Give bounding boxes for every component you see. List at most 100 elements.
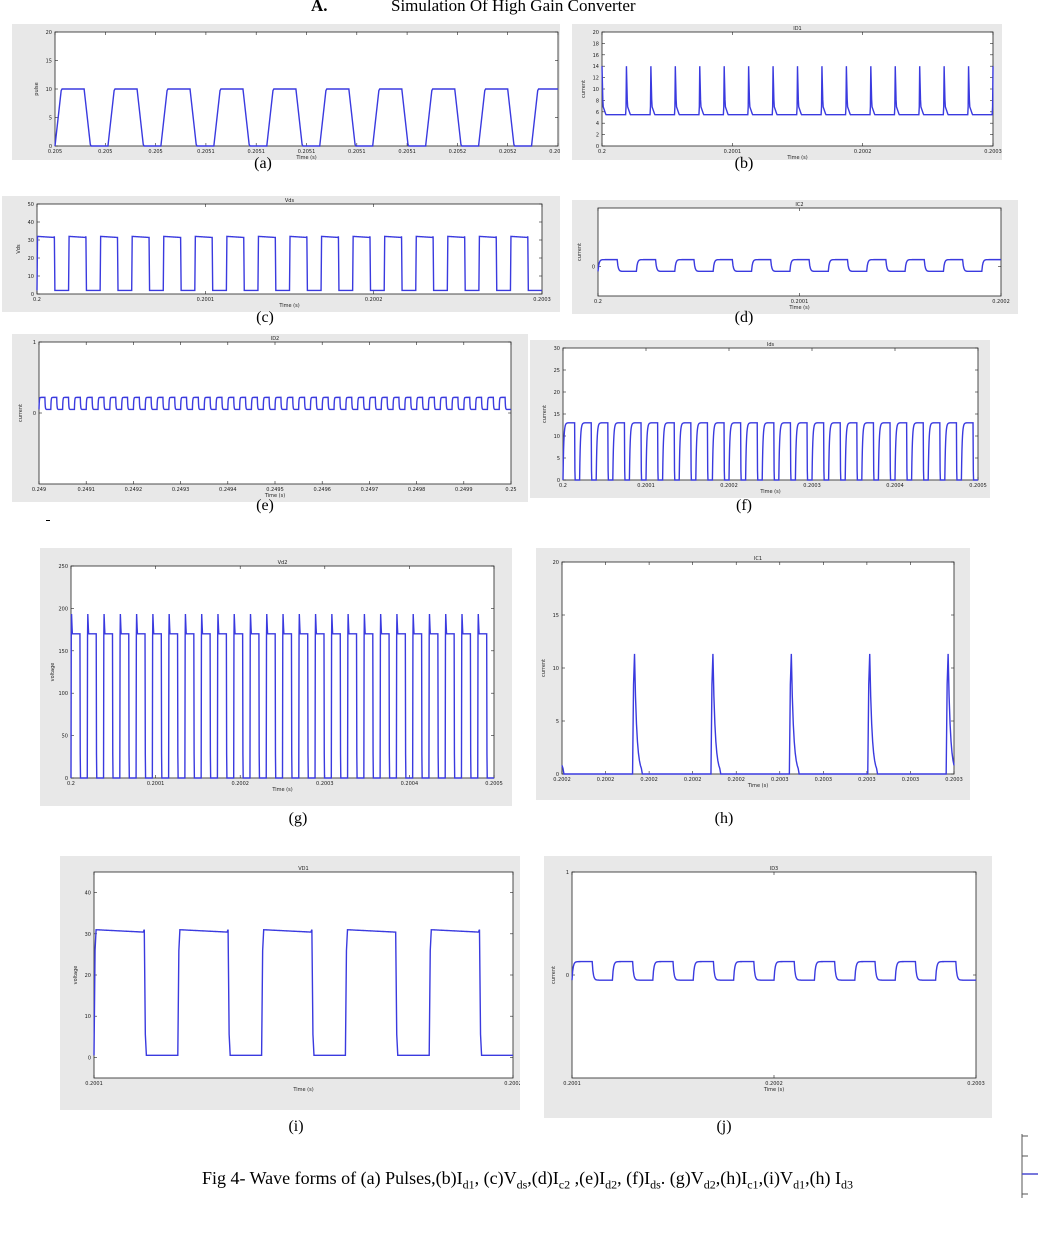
x-tick-label: 0.2001 bbox=[147, 781, 165, 787]
y-tick-label: 30 bbox=[28, 238, 34, 244]
x-tick-label: 0.2002 bbox=[504, 1081, 520, 1087]
chart-panel-h: 0 5 10 15 20 0.2002 0.2002 0.2002 0.2002 0.2002 0.… bbox=[536, 548, 970, 800]
y-axis-label: current bbox=[18, 404, 24, 422]
y-tick-label: 0 bbox=[566, 973, 569, 979]
x-axis-label: Time (s) bbox=[759, 489, 780, 495]
x-tick-label: 0.2052 bbox=[449, 149, 467, 155]
chart-svg-a: 051015200.205 0.205 0.205 0.2051 0.2051 0.205… bbox=[34, 30, 560, 160]
x-tick-label: 0.2496 bbox=[313, 487, 331, 493]
plot-area bbox=[38, 341, 512, 485]
x-tick-label: 0.2052 bbox=[499, 149, 517, 155]
x-tick-label: 0.2492 bbox=[125, 487, 143, 493]
plot-area bbox=[93, 871, 514, 1079]
stray-mark bbox=[46, 520, 50, 521]
chart-title: Ids bbox=[767, 342, 775, 348]
caption-item: (b)I bbox=[435, 1168, 463, 1188]
caption-prefix: Fig 4- Wave forms of bbox=[201, 1168, 361, 1188]
chart-panel-f: 0 5 10 15 20 25 30 0.2 0.2001 0.2002 0.2003 0.2004 0… bbox=[530, 340, 990, 498]
x-tick-label: 0.2 bbox=[594, 299, 602, 305]
y-tick-label: 10 bbox=[85, 1014, 91, 1020]
subfigure-label-b: (b) bbox=[734, 155, 754, 172]
y-tick-label: 20 bbox=[553, 560, 559, 566]
y-tick-label: 40 bbox=[85, 891, 91, 897]
x-tick-label: 0.205 bbox=[148, 149, 162, 155]
x-tick-label: 0.25 bbox=[505, 487, 516, 493]
chart-svg-j: 010.2001 0.2002 0.2003ID3Time (s)current bbox=[551, 866, 985, 1093]
caption-item: ,(h)I bbox=[715, 1168, 748, 1188]
subfigure-label-i: (i) bbox=[288, 1118, 304, 1135]
caption-subscript: d3 bbox=[841, 1177, 854, 1192]
x-tick-label: 0.205 bbox=[48, 149, 62, 155]
chart-svg-g: 0501001502002500.2 0.2001 0.2002 0.2003 0.20… bbox=[50, 560, 503, 793]
y-tick-label: 15 bbox=[553, 613, 559, 619]
x-tick-label: 0.2002 bbox=[597, 777, 615, 783]
y-tick-label: 20 bbox=[593, 30, 599, 36]
x-tick-label: 0.2002 bbox=[231, 781, 249, 787]
x-tick-label: 0.2001 bbox=[563, 1081, 581, 1087]
edge-ruler-mark bbox=[1021, 1134, 1038, 1198]
y-tick-label: 40 bbox=[28, 220, 34, 226]
x-tick-label: 0.2005 bbox=[485, 781, 503, 787]
x-tick-label: 0.205 bbox=[98, 149, 112, 155]
x-tick-label: 0.2051 bbox=[197, 149, 215, 155]
subfigure-label-a: (a) bbox=[254, 155, 272, 172]
x-tick-label: 0.2001 bbox=[85, 1081, 103, 1087]
y-tick-label: 1 bbox=[33, 340, 36, 346]
y-tick-label: 4 bbox=[596, 121, 599, 127]
y-tick-label: 20 bbox=[46, 30, 52, 36]
y-axis-label: current bbox=[581, 80, 587, 98]
x-axis-label: Time (s) bbox=[747, 783, 768, 789]
plot-area bbox=[597, 207, 1002, 297]
x-tick-label: 0.2491 bbox=[77, 487, 95, 493]
chart-panel-c: 0 10 20 30 40 50 0.2 0.2001 0.2002 0.2003 Vds Time … bbox=[2, 196, 560, 312]
caption-item: (a) Pulses, bbox=[360, 1168, 436, 1188]
x-tick-label: 0.2001 bbox=[197, 297, 215, 303]
x-axis-label: Time (s) bbox=[292, 1087, 313, 1093]
caption-item: ,(e)I bbox=[570, 1168, 606, 1188]
caption-subscript: c2 bbox=[558, 1177, 571, 1192]
x-tick-label: 0.2003 bbox=[945, 777, 963, 783]
x-axis-label: Time (s) bbox=[788, 305, 809, 311]
y-axis-label: Vds bbox=[16, 244, 22, 254]
chart-title: VD1 bbox=[298, 866, 308, 872]
y-axis-label: current bbox=[541, 659, 547, 677]
subfigure-label-c: (c) bbox=[256, 309, 274, 326]
chart-svg-c: 010203040500.2 0.2001 0.2002 0.2003VdsTime … bbox=[16, 198, 551, 309]
x-tick-label: 0.2493 bbox=[172, 487, 190, 493]
y-tick-label: 10 bbox=[593, 87, 599, 93]
caption-item: ,(h) I bbox=[805, 1168, 842, 1188]
x-tick-label: 0.2002 bbox=[684, 777, 702, 783]
x-tick-label: 0.2003 bbox=[902, 777, 920, 783]
chart-title: Vd2 bbox=[278, 560, 288, 566]
chart-title: ID1 bbox=[793, 26, 802, 32]
y-tick-label: 0 bbox=[33, 411, 36, 417]
caption-item: , (c)V bbox=[474, 1168, 517, 1188]
y-tick-label: 5 bbox=[49, 116, 52, 122]
x-tick-label: 0.2004 bbox=[886, 483, 904, 489]
x-axis-label: Time (s) bbox=[763, 1087, 784, 1093]
y-tick-label: 10 bbox=[554, 434, 560, 440]
x-tick-label: 0.2003 bbox=[815, 777, 833, 783]
x-tick-label: 0.2003 bbox=[533, 297, 551, 303]
plot-area bbox=[561, 561, 955, 775]
subfigure-label-g: (g) bbox=[288, 810, 308, 827]
y-tick-label: 18 bbox=[593, 41, 599, 47]
chart-panel-d: 0 0.2 0.2001 0.2002 IC2 Time (s) current bbox=[572, 200, 1018, 314]
caption-subscript: ds bbox=[650, 1177, 661, 1192]
y-tick-label: 100 bbox=[58, 691, 68, 697]
x-tick-label: 0.2 bbox=[67, 781, 75, 787]
x-tick-label: 0.2003 bbox=[771, 777, 789, 783]
chart-svg-f: 0510152025300.2 0.2001 0.2002 0.2003 0.2004 0… bbox=[542, 342, 987, 495]
y-tick-label: 5 bbox=[556, 719, 559, 725]
section-header: A. Simulation Of High Gain Converter bbox=[0, 0, 1055, 18]
chart-panel-a: 0 5 10 15 20 0.205 0.205 0.205 0.2051 0.2051 0.205… bbox=[12, 24, 560, 160]
y-tick-label: 10 bbox=[46, 87, 52, 93]
series-line bbox=[38, 396, 511, 411]
y-tick-label: 8 bbox=[596, 98, 599, 104]
x-tick-label: 0.2003 bbox=[858, 777, 876, 783]
x-tick-label: 0.2 bbox=[33, 297, 41, 303]
caption-subscript: d2 bbox=[703, 1177, 716, 1192]
y-tick-label: 30 bbox=[85, 932, 91, 938]
y-tick-label: 0 bbox=[592, 265, 595, 271]
x-tick-label: 0.2002 bbox=[553, 777, 571, 783]
